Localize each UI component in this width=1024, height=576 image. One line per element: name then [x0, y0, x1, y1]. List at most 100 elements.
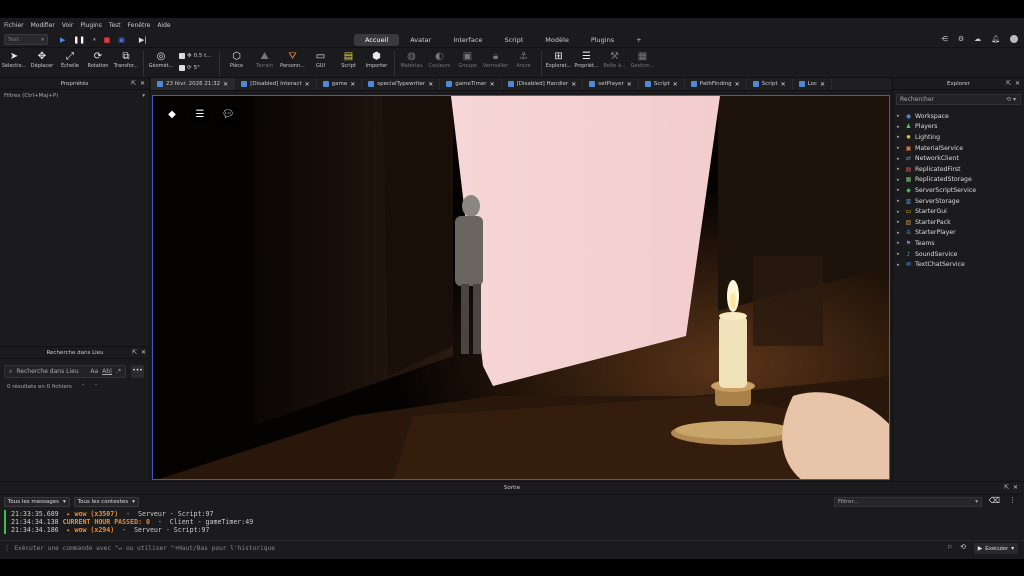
menu-aide[interactable]: Aide	[157, 22, 170, 29]
toolbox-toggle[interactable]: ⚒ Boîte à...	[601, 51, 629, 69]
contexts-filter-dropdown[interactable]: Tous les contextes ▾	[73, 497, 139, 507]
close-icon[interactable]: ✕	[490, 81, 495, 88]
chat-icon[interactable]: 💬︎	[219, 106, 237, 124]
move-tool[interactable]: ✥ Déplacer	[28, 51, 56, 69]
transform-tool[interactable]: ⧉ Transfor...	[112, 51, 140, 69]
terrain-tool[interactable]: ⛰ Terrain	[251, 51, 279, 69]
explorer-item[interactable]: ▸ ▤ ReplicatedFirst	[897, 164, 1024, 175]
menu-modifier[interactable]: Modifier	[31, 22, 55, 29]
expand-arrow-icon[interactable]: ▸	[897, 134, 902, 140]
scale-tool[interactable]: ⤢ Échelle	[56, 51, 84, 69]
close-icon[interactable]: ✕	[735, 81, 740, 88]
rotate-snap-value[interactable]: 5°	[194, 65, 200, 71]
tab-interface[interactable]: Interface	[442, 34, 493, 46]
close-icon[interactable]: ✕	[781, 81, 786, 88]
select-tool[interactable]: ➤ Sélectio...	[0, 51, 28, 69]
explorer-item[interactable]: ▸ ▣ MaterialService	[897, 143, 1024, 154]
explorer-item[interactable]: ▸ ♪ SoundService	[897, 249, 1024, 260]
close-icon[interactable]: ✕	[350, 81, 355, 88]
add-tab-button[interactable]: +	[625, 34, 652, 46]
game-viewport[interactable]: ◆ ☰ 💬︎	[152, 95, 890, 480]
output-filter-input[interactable]: Filtrer... ▾	[834, 497, 982, 507]
expand-arrow-icon[interactable]: ▸	[897, 113, 902, 119]
close-icon[interactable]: ✕	[223, 81, 228, 88]
client-server-icon[interactable]: ▣	[118, 36, 125, 44]
doc-tab[interactable]: game ✕	[317, 78, 363, 90]
close-icon[interactable]: ✕	[141, 349, 146, 356]
explorer-item[interactable]: ▸ ✉ TextChatService	[897, 259, 1024, 270]
doc-tab[interactable]: [Disabled] Handler ✕	[502, 78, 584, 90]
character-tool[interactable]: ⛛ Personn...	[279, 51, 307, 69]
part-tool[interactable]: ⬡ Pièce	[223, 51, 251, 69]
group-tool[interactable]: ▣ Groupe	[454, 51, 482, 69]
close-icon[interactable]: ✕	[571, 81, 576, 88]
expand-arrow-icon[interactable]: ▸	[897, 209, 902, 215]
close-icon[interactable]: ✕	[305, 81, 310, 88]
doc-tab[interactable]: PathFinding ✕	[685, 78, 747, 90]
explorer-item[interactable]: ▸ ▧ StarterPack	[897, 217, 1024, 228]
share-icon[interactable]: ⋲	[941, 35, 948, 43]
explorer-item[interactable]: ▸ ♟ Players	[897, 122, 1024, 133]
close-icon[interactable]: ✕	[820, 81, 825, 88]
expand-arrow-icon[interactable]: ▸	[897, 187, 902, 193]
history-icon[interactable]: ⟲ ▾	[1006, 96, 1016, 103]
expand-arrow-icon[interactable]: ▸	[897, 251, 902, 257]
whole-word-toggle[interactable]: Ab|	[102, 368, 112, 375]
menu-fenetre[interactable]: Fenêtre	[128, 22, 151, 29]
tab-script[interactable]: Script	[493, 34, 534, 46]
explorer-item[interactable]: ▸ ♙ StarterPlayer	[897, 228, 1024, 239]
doc-tab[interactable]: Loc ✕	[793, 78, 833, 90]
explorer-item[interactable]: ▸ ◆ ServerScriptService	[897, 185, 1024, 196]
expand-arrow-icon[interactable]: ▸	[897, 156, 902, 162]
explorer-item[interactable]: ▸ ◉ Workspace	[897, 111, 1024, 122]
pause-icon[interactable]: ❚❚	[73, 36, 85, 44]
explorer-item[interactable]: ▸ ▦ ReplicatedStorage	[897, 175, 1024, 186]
undock-icon[interactable]: ⇱	[1006, 80, 1011, 87]
explorer-item[interactable]: ▸ ⚑ Teams	[897, 238, 1024, 249]
material-tool[interactable]: ◍ Matériau	[398, 51, 426, 69]
close-icon[interactable]: ✕	[140, 80, 145, 87]
doc-tab[interactable]: [Disabled] Interact ✕	[235, 78, 317, 90]
stop-icon[interactable]: ■	[104, 36, 111, 44]
menu-voir[interactable]: Voir	[62, 22, 73, 29]
color-tool[interactable]: ◐ Couleurs	[426, 51, 454, 69]
regex-toggle[interactable]: .*	[116, 368, 121, 375]
expand-arrow-icon[interactable]: ▸	[897, 166, 902, 172]
hamburger-menu-icon[interactable]: ☰	[191, 106, 209, 124]
explorer-item[interactable]: ▸ ✹ Lighting	[897, 132, 1024, 143]
expand-arrow-icon[interactable]: ▸	[897, 177, 902, 183]
import-tool[interactable]: ⬢ Importer	[363, 51, 391, 69]
clear-output-icon[interactable]: ⌫	[989, 496, 1000, 505]
chevron-up-icon[interactable]: ˄	[82, 384, 85, 390]
expand-arrow-icon[interactable]: ▸	[897, 219, 902, 225]
expand-arrow-icon[interactable]: ▸	[897, 262, 902, 268]
bookmark-icon[interactable]: ⚐	[948, 543, 952, 551]
explorer-toggle[interactable]: ⊞ Explorat...	[545, 51, 573, 69]
rotate-tool[interactable]: ⟳ Rotation	[84, 51, 112, 69]
gear-icon[interactable]: ⚙	[958, 35, 964, 43]
bell-icon[interactable]: 🔔︎	[991, 35, 1000, 43]
menu-fichier[interactable]: Fichier	[4, 22, 24, 29]
command-input[interactable]: Exécuter une commande avec "↵ ou utilise…	[14, 545, 275, 552]
roblox-logo-icon[interactable]: ◆	[163, 106, 181, 124]
more-options-button[interactable]: •••	[131, 365, 144, 378]
undock-icon[interactable]: ⇱	[132, 349, 137, 356]
command-bar[interactable]: ⋮ Exécuter une commande avec "↵ ou utili…	[0, 540, 1024, 555]
tab-accueil[interactable]: Accueil	[354, 34, 400, 46]
menu-plugins[interactable]: Plugins	[80, 22, 102, 29]
close-icon[interactable]: ✕	[428, 81, 433, 88]
explorer-item[interactable]: ▸ ⇄ NetworkClient	[897, 153, 1024, 164]
menu-test[interactable]: Test	[109, 22, 121, 29]
manager-toggle[interactable]: ▦ Gestion...	[629, 51, 657, 69]
geometry-tool[interactable]: ◎ Géomét...	[147, 51, 175, 69]
doc-tab[interactable]: setPlayer ✕	[583, 78, 639, 90]
expand-arrow-icon[interactable]: ▸	[897, 240, 902, 246]
avatar[interactable]	[1010, 35, 1018, 43]
expand-arrow-icon[interactable]: ▸	[897, 145, 902, 151]
properties-toggle[interactable]: ☰ Propriét...	[573, 51, 601, 69]
match-case-toggle[interactable]: Aa	[90, 368, 98, 375]
close-icon[interactable]: ✕	[627, 81, 632, 88]
play-icon[interactable]: ▶	[60, 36, 65, 44]
move-snap[interactable]: ✥ 0.5 t...	[179, 51, 212, 61]
undock-icon[interactable]: ⇱	[131, 80, 136, 87]
